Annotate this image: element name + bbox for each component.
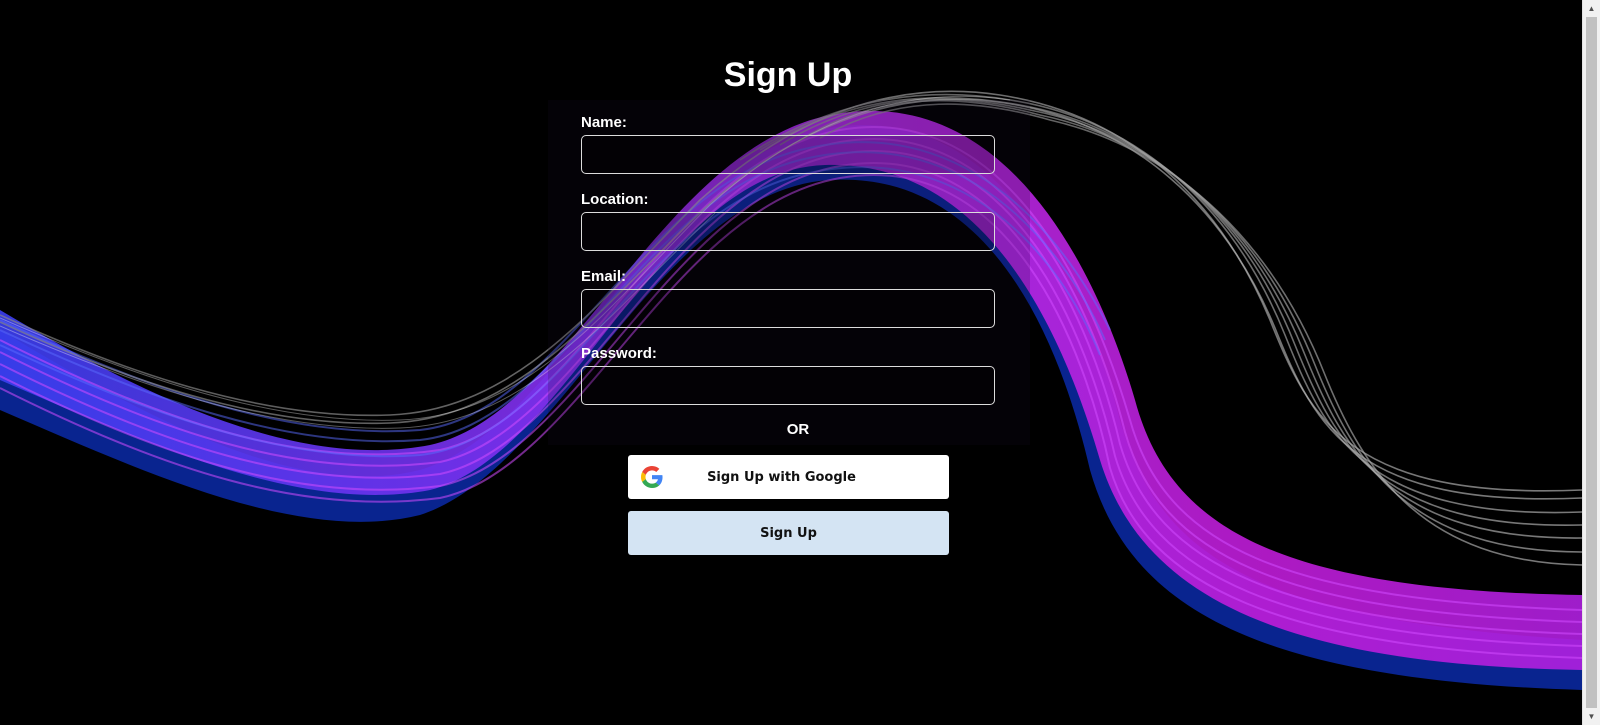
signup-page: Sign Up Name: Location: Email: Password:… (0, 0, 1600, 725)
location-input[interactable] (581, 212, 995, 251)
password-label: Password: (581, 345, 657, 362)
email-input[interactable] (581, 289, 995, 328)
password-input[interactable] (581, 366, 995, 405)
google-signup-button[interactable]: Sign Up with Google (628, 455, 949, 499)
scroll-thumb[interactable] (1586, 17, 1597, 708)
name-label: Name: (581, 114, 627, 131)
name-input[interactable] (581, 135, 995, 174)
vertical-scrollbar[interactable]: ▲ ▼ (1582, 0, 1600, 725)
scroll-down-arrow-icon[interactable]: ▼ (1583, 708, 1600, 725)
or-separator: OR (786, 421, 810, 438)
email-label: Email: (581, 268, 627, 285)
google-g-icon (641, 466, 663, 488)
page-title: Sign Up (723, 56, 853, 94)
signup-button[interactable]: Sign Up (628, 511, 949, 555)
location-label: Location: (581, 191, 649, 208)
scroll-up-arrow-icon[interactable]: ▲ (1583, 0, 1600, 17)
google-signup-label: Sign Up with Google (707, 469, 856, 485)
